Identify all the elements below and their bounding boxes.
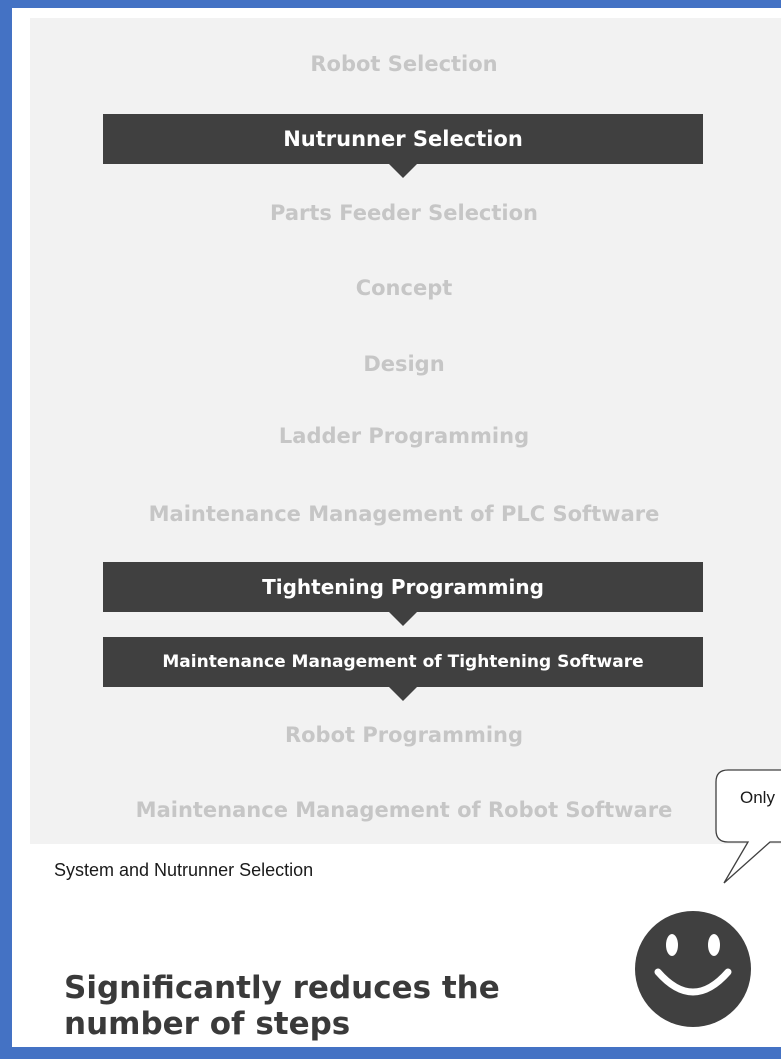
headline: Significantly reduces the number of step… bbox=[64, 970, 500, 1042]
step-concept: Concept bbox=[355, 276, 453, 300]
step-tightening-programming-label: Tightening Programming bbox=[262, 575, 544, 599]
step-tightening-maintenance-label: Maintenance Management of Tightening Sof… bbox=[162, 652, 644, 672]
step-robot-programming: Robot Programming bbox=[284, 723, 524, 747]
callout-text: Only bbox=[740, 788, 775, 807]
step-ladder-programming: Ladder Programming bbox=[278, 424, 530, 448]
step-nutrunner-selection-label: Nutrunner Selection bbox=[283, 127, 523, 151]
step-plc-maintenance: Maintenance Management of PLC Software bbox=[148, 502, 660, 526]
step-tightening-maintenance: Maintenance Management of Tightening Sof… bbox=[103, 637, 703, 701]
step-robot-selection: Robot Selection bbox=[310, 52, 498, 76]
step-robot-maintenance: Maintenance Management of Robot Software bbox=[135, 798, 673, 822]
step-tightening-programming: Tightening Programming bbox=[103, 562, 703, 626]
caption-text: System and Nutrunner Selection bbox=[54, 860, 314, 880]
step-parts-feeder-selection: Parts Feeder Selection bbox=[270, 201, 538, 225]
down-arrow-icon bbox=[388, 611, 418, 626]
down-arrow-icon bbox=[388, 163, 418, 178]
step-design: Design bbox=[363, 352, 445, 376]
down-arrow-icon bbox=[388, 686, 418, 701]
step-nutrunner-selection: Nutrunner Selection bbox=[103, 114, 703, 178]
